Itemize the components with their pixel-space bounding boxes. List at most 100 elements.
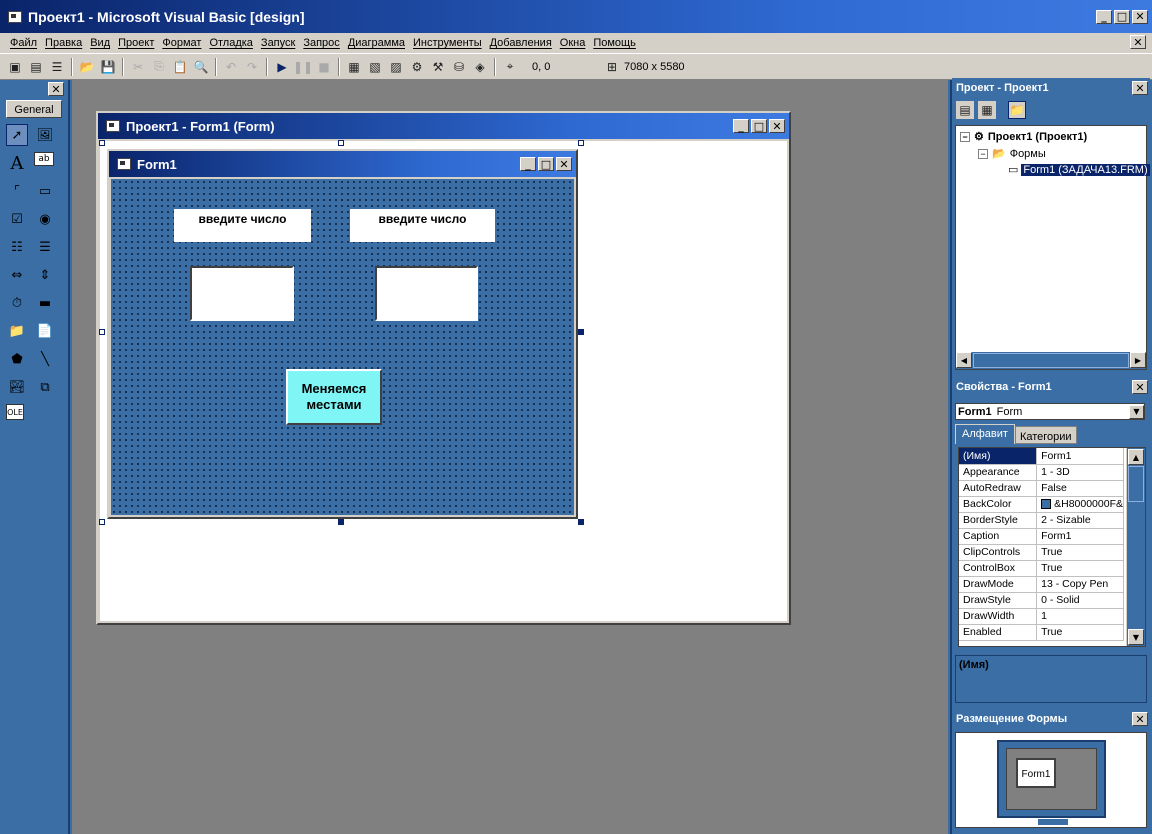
menu-item-9[interactable]: Инструменты: [409, 37, 486, 49]
label-enter-number-2[interactable]: введите число: [350, 209, 495, 242]
checkbox-tool-icon[interactable]: ☑: [6, 208, 28, 230]
object-browser-icon[interactable]: ⚙: [408, 58, 426, 76]
properties-close-button[interactable]: ✕: [1132, 380, 1148, 394]
scroll-up-icon[interactable]: ▲: [1128, 449, 1144, 465]
add-form-icon[interactable]: ▤: [27, 58, 45, 76]
property-value[interactable]: False: [1036, 480, 1124, 497]
scroll-left-icon[interactable]: ◀: [956, 352, 972, 368]
property-row[interactable]: AutoRedraw False: [959, 480, 1124, 497]
menu-editor-icon[interactable]: ☰: [48, 58, 66, 76]
form1-title-bar[interactable]: Form1 _ □ ✕: [109, 151, 576, 177]
resize-handle-sw[interactable]: [99, 519, 105, 525]
frame-tool-icon[interactable]: ⌜: [6, 180, 28, 202]
form-layout-close-button[interactable]: ✕: [1132, 712, 1148, 726]
property-value[interactable]: 1: [1036, 608, 1124, 625]
minimize-button[interactable]: _: [1096, 9, 1112, 24]
copy-icon[interactable]: ⎘: [150, 58, 168, 76]
resize-handle-ne[interactable]: [578, 140, 584, 146]
property-value[interactable]: 2 - Sizable: [1036, 512, 1124, 529]
data-view-icon[interactable]: ⛁: [450, 58, 468, 76]
menu-item-12[interactable]: Помощь: [589, 37, 640, 49]
undo-icon[interactable]: ↶: [222, 58, 240, 76]
toolbox-close-button[interactable]: ✕: [48, 82, 64, 96]
tab-alphabetic[interactable]: Алфавит: [955, 424, 1015, 444]
listbox-tool-icon[interactable]: ☰: [34, 236, 56, 258]
property-row[interactable]: ClipControls True: [959, 544, 1124, 561]
picturebox-tool-icon[interactable]: 🖼: [34, 124, 56, 146]
image-tool-icon[interactable]: 🏞: [6, 376, 28, 398]
object-dropdown-icon[interactable]: ▼: [1129, 404, 1144, 419]
form1[interactable]: Form1 _ □ ✕: [107, 149, 578, 519]
property-value[interactable]: 13 - Copy Pen: [1036, 576, 1124, 593]
data-tool-icon[interactable]: ⧉: [34, 376, 56, 398]
designer-maximize-button[interactable]: □: [751, 119, 767, 133]
menu-item-4[interactable]: Формат: [158, 37, 205, 49]
property-value[interactable]: 0 - Solid: [1036, 592, 1124, 609]
property-row[interactable]: BorderStyle 2 - Sizable: [959, 512, 1124, 529]
label-enter-number-1[interactable]: введите число: [174, 209, 311, 242]
label-tool-icon[interactable]: A: [6, 152, 28, 174]
property-value[interactable]: Form1: [1036, 448, 1124, 465]
form1-minimize-button[interactable]: _: [520, 157, 536, 171]
line-tool-icon[interactable]: ╲: [34, 348, 56, 370]
break-icon[interactable]: ❚❚: [293, 58, 313, 76]
toolbox-tab-general[interactable]: General: [6, 100, 62, 118]
dirlistbox-tool-icon[interactable]: 📁: [6, 320, 28, 342]
properties-vscrollbar[interactable]: ▲ ▼: [1126, 448, 1145, 646]
designer-close-button[interactable]: ✕: [769, 119, 785, 133]
scroll-down-icon[interactable]: ▼: [1128, 629, 1144, 645]
save-icon[interactable]: 💾: [99, 58, 117, 76]
form1-maximize-button[interactable]: □: [538, 157, 554, 171]
resize-handle-nw[interactable]: [99, 140, 105, 146]
visual-component-icon[interactable]: ◈: [471, 58, 489, 76]
scroll-right-icon[interactable]: ▶: [1130, 352, 1146, 368]
property-row[interactable]: ControlBox True: [959, 560, 1124, 577]
tree-root[interactable]: − ⚙ Проект1 (Проект1): [960, 130, 1087, 143]
hscrollbar-tool-icon[interactable]: ⇔: [6, 264, 28, 286]
find-icon[interactable]: 🔍: [192, 58, 210, 76]
property-value[interactable]: True: [1036, 624, 1124, 641]
pointer-tool-icon[interactable]: ➚: [6, 124, 28, 146]
menu-item-11[interactable]: Окна: [556, 37, 590, 49]
property-row[interactable]: DrawStyle 0 - Solid: [959, 592, 1124, 609]
tree-item-form1[interactable]: ▭ Form1 (ЗАДАЧА13.FRM): [1008, 163, 1150, 176]
property-row[interactable]: Enabled True: [959, 624, 1124, 641]
property-row[interactable]: Appearance 1 - 3D: [959, 464, 1124, 481]
text-input-2[interactable]: [375, 266, 478, 321]
toolbox-icon[interactable]: ⚒: [429, 58, 447, 76]
open-icon[interactable]: 📂: [78, 58, 96, 76]
vscrollbar-tool-icon[interactable]: ⇕: [34, 264, 56, 286]
property-value[interactable]: Form1: [1036, 528, 1124, 545]
menu-item-0[interactable]: Файл: [6, 37, 41, 49]
menu-item-1[interactable]: Правка: [41, 37, 86, 49]
combobox-tool-icon[interactable]: ☷: [6, 236, 28, 258]
project-tree-hscrollbar[interactable]: ◀ ▶: [956, 352, 1146, 369]
redo-icon[interactable]: ↷: [243, 58, 261, 76]
menu-item-10[interactable]: Добавления: [486, 37, 556, 49]
property-row[interactable]: (Имя) Form1: [959, 448, 1124, 465]
property-row[interactable]: BackColor &H8000000F&: [959, 496, 1124, 513]
resize-handle-s[interactable]: [338, 519, 344, 525]
property-value[interactable]: True: [1036, 544, 1124, 561]
scroll-thumb[interactable]: [1128, 466, 1144, 502]
resize-handle-se[interactable]: [578, 519, 584, 525]
toggle-folders-icon[interactable]: 📁: [1008, 101, 1026, 119]
swap-button[interactable]: Меняемся местами: [286, 369, 382, 425]
start-icon[interactable]: ▶: [273, 58, 291, 76]
menu-close-button[interactable]: ✕: [1130, 35, 1146, 49]
menu-item-7[interactable]: Запрос: [299, 37, 343, 49]
properties-window-icon[interactable]: ▧: [366, 58, 384, 76]
filelistbox-tool-icon[interactable]: 📄: [34, 320, 56, 342]
form1-close-button[interactable]: ✕: [556, 157, 572, 171]
menu-item-3[interactable]: Проект: [114, 37, 158, 49]
project-explorer-icon[interactable]: ▦: [345, 58, 363, 76]
resize-handle-e[interactable]: [578, 329, 584, 335]
view-code-icon[interactable]: ▤: [956, 101, 974, 119]
maximize-button[interactable]: □: [1114, 9, 1130, 24]
monitor-form-preview[interactable]: Form1: [1016, 758, 1056, 788]
resize-handle-n[interactable]: [338, 140, 344, 146]
menu-item-5[interactable]: Отладка: [205, 37, 256, 49]
close-button[interactable]: ✕: [1132, 9, 1148, 24]
tab-categorized[interactable]: Категории: [1014, 426, 1077, 444]
resize-handle-w[interactable]: [99, 329, 105, 335]
